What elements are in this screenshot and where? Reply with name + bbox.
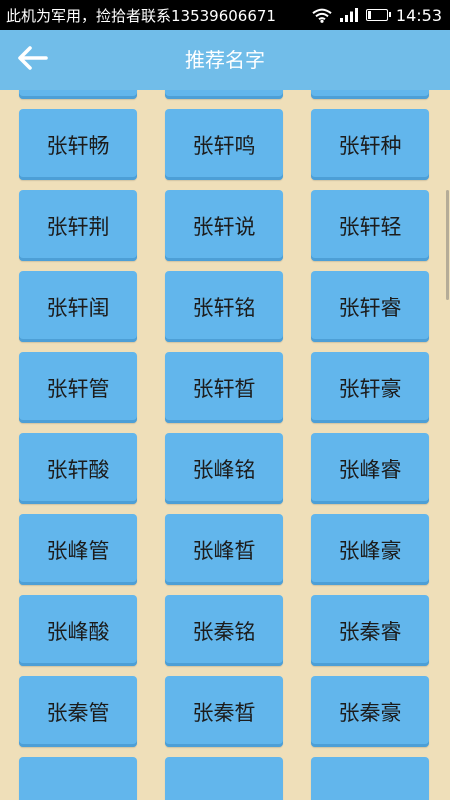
name-button[interactable]: 张秦晳 [165, 676, 283, 747]
name-button[interactable]: 张轩豪 [311, 352, 429, 423]
name-grid: 张轩畅 张轩鸣 张轩种 张轩荆 张轩说 张轩轻 张轩闺 张轩铭 张轩睿 张轩管 张轩晳 张轩豪 张轩酸张… [19, 90, 429, 800]
name-button[interactable] [311, 757, 429, 800]
scrollbar[interactable] [446, 190, 449, 300]
name-button[interactable]: 张秦睿 [311, 595, 429, 666]
page-title: 推荐名字 [185, 48, 265, 72]
name-button[interactable] [165, 757, 283, 800]
name-button[interactable]: 张秦铭 [165, 595, 283, 666]
battery-icon: 16 [365, 9, 391, 21]
name-button[interactable]: 张秦豪 [311, 676, 429, 747]
arrow-left-icon [16, 45, 48, 75]
name-button[interactable]: 张轩睿 [311, 271, 429, 342]
name-button[interactable]: 张峰铭 [165, 433, 283, 504]
name-button[interactable]: 张轩晳 [165, 352, 283, 423]
status-icons: 16 14:53 [312, 6, 442, 25]
clock: 14:53 [395, 5, 442, 25]
name-button[interactable] [19, 757, 137, 800]
name-button[interactable]: 张轩轻 [311, 190, 429, 261]
name-button[interactable]: 张峰管 [19, 514, 137, 585]
name-button[interactable] [19, 90, 137, 99]
name-button[interactable]: 张峰睿 [311, 433, 429, 504]
name-button[interactable]: 张轩闺 [19, 271, 137, 342]
title-bar: 推荐名字 [0, 30, 450, 90]
name-button[interactable] [165, 90, 283, 99]
name-button[interactable]: 张轩说 [165, 190, 283, 261]
name-button[interactable]: 张峰酸 [19, 595, 137, 666]
name-button[interactable]: 张轩种 [311, 109, 429, 180]
name-button[interactable]: 张峰晳 [165, 514, 283, 585]
name-button[interactable]: 张秦管 [19, 676, 137, 747]
name-list[interactable]: 张轩畅 张轩鸣 张轩种 张轩荆 张轩说 张轩轻 张轩闺 张轩铭 张轩睿 张轩管 张轩晳 张轩豪 张轩酸张… [0, 90, 450, 800]
name-button[interactable]: 张轩鸣 [165, 109, 283, 180]
name-button[interactable]: 张轩管 [19, 352, 137, 423]
name-button[interactable] [311, 90, 429, 99]
wifi-icon [312, 8, 332, 23]
status-notice: 此机为军用，捡拾者联系13539606671 [6, 6, 276, 25]
name-button[interactable]: 张轩畅 [19, 109, 137, 180]
name-button[interactable]: 张轩铭 [165, 271, 283, 342]
name-button[interactable]: 张轩酸 [19, 433, 137, 504]
name-button[interactable]: 张峰豪 [311, 514, 429, 585]
back-button[interactable] [8, 38, 56, 82]
signal-icon [339, 8, 358, 22]
name-button[interactable]: 张轩荆 [19, 190, 137, 261]
status-bar: 此机为军用，捡拾者联系13539606671 16 14:53 [0, 0, 450, 30]
battery-level: 16 [371, 10, 383, 19]
